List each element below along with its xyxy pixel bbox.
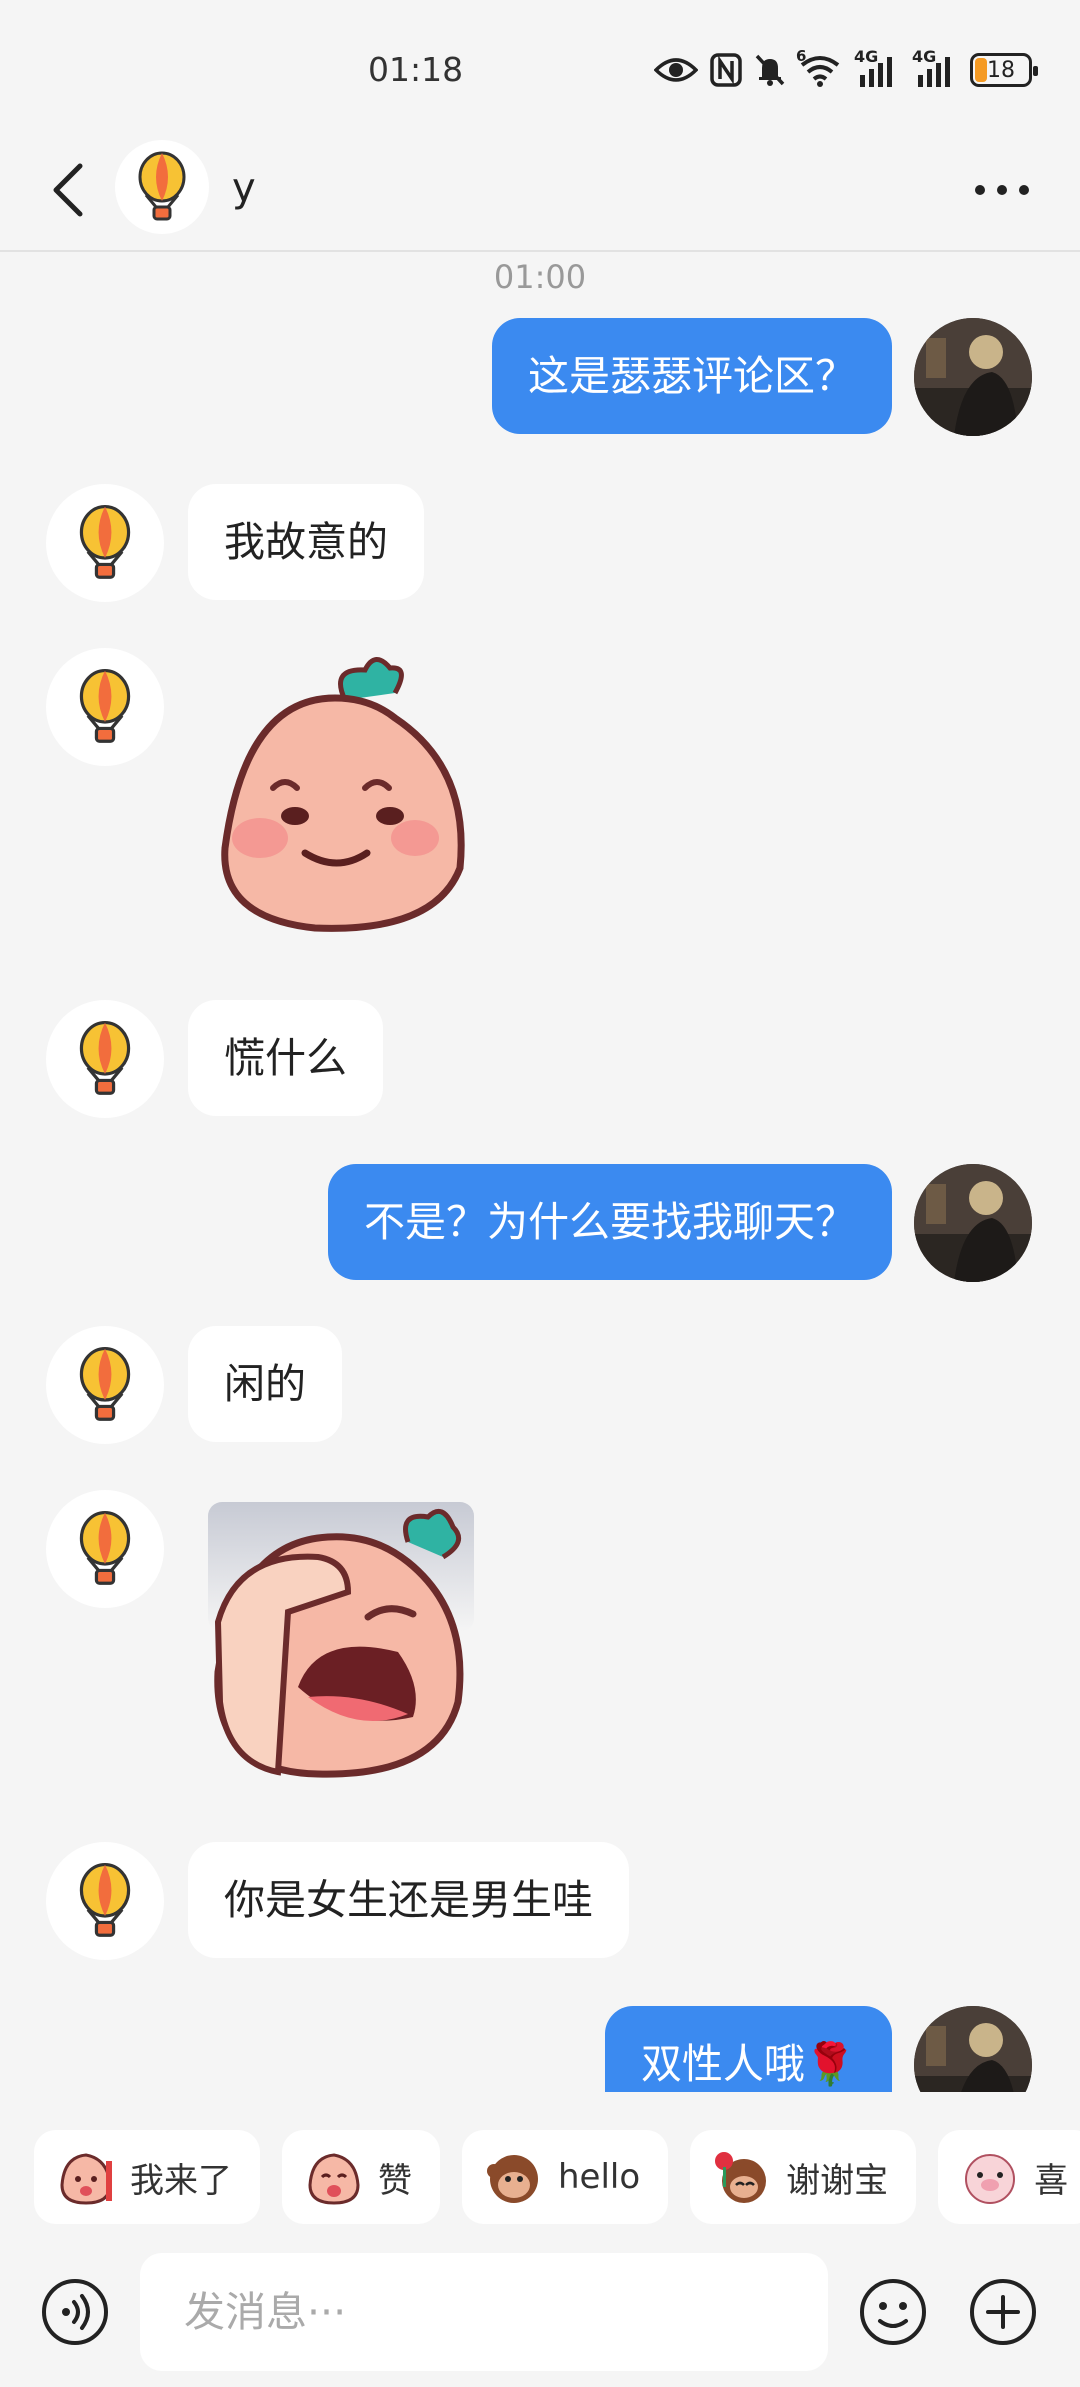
- quick-reply-chip[interactable]: 我来了: [34, 2130, 260, 2224]
- status-icons: 6 4G 4G 18: [654, 47, 1038, 90]
- contact-avatar[interactable]: [46, 1326, 164, 1444]
- mute-bell-icon: [755, 54, 785, 86]
- contact-avatar[interactable]: [46, 484, 164, 602]
- nfc-icon: [710, 53, 742, 87]
- quick-reply-label: 谢谢宝: [786, 2160, 889, 2201]
- status-bar: 01:18 6 4G 4G 18: [0, 0, 1080, 135]
- voice-input-icon[interactable]: [40, 2277, 110, 2347]
- wifi-group: 6: [796, 47, 842, 87]
- quick-reply-chip[interactable]: 喜: [938, 2130, 1080, 2224]
- peach-sticker-icon: [308, 2153, 360, 2205]
- message-bubble[interactable]: 这是瑟瑟评论区？: [492, 318, 892, 434]
- message-row-incoming: [0, 1490, 1080, 1790]
- message-row-outgoing: 这是瑟瑟评论区？: [0, 318, 1080, 436]
- hot-air-balloon-icon: [138, 151, 186, 221]
- message-bubble[interactable]: 你是女生还是男生哇: [188, 1842, 629, 1958]
- message-bubble[interactable]: 我故意的: [188, 484, 424, 600]
- battery-level: 18: [987, 57, 1015, 83]
- chat-header: y: [0, 135, 1080, 252]
- message-row-incoming: [0, 648, 1080, 948]
- smiling-peach-sticker[interactable]: [205, 648, 475, 938]
- user-photo-icon: [914, 2006, 1032, 2092]
- my-avatar[interactable]: [914, 1164, 1032, 1282]
- contact-name: y: [232, 165, 256, 211]
- message-input[interactable]: 发消息···: [140, 2253, 828, 2371]
- more-options-icon[interactable]: [972, 175, 1032, 205]
- message-row-incoming: 你是女生还是男生哇: [0, 1842, 1080, 1960]
- user-photo-icon: [914, 1164, 1032, 1282]
- quick-reply-chip[interactable]: 谢谢宝: [690, 2130, 917, 2224]
- monkey-sticker-icon: [487, 2155, 538, 2203]
- contact-avatar[interactable]: [115, 140, 209, 234]
- my-avatar[interactable]: [914, 318, 1032, 436]
- hot-air-balloon-icon: [79, 504, 131, 579]
- signal-group-2: 4G: [912, 47, 958, 87]
- quick-reply-label: 赞: [378, 2160, 412, 2201]
- contact-avatar[interactable]: [46, 1490, 164, 1608]
- add-attachment-icon[interactable]: [968, 2277, 1038, 2347]
- quick-reply-label: 喜: [1034, 2160, 1069, 2201]
- message-bubble[interactable]: 慌什么: [188, 1000, 383, 1116]
- quick-reply-bar[interactable]: 我来了 赞 hello 谢谢宝 喜: [34, 2130, 1080, 2224]
- message-bubble[interactable]: 不是？为什么要找我聊天？: [328, 1164, 892, 1280]
- chat-area[interactable]: 01:00 这是瑟瑟评论区？ 我故意的 慌什么 不是？为什么要找我聊天？ 闲的 …: [0, 252, 1080, 2092]
- battery-icon: 18: [970, 53, 1038, 87]
- user-photo-icon: [914, 318, 1032, 436]
- pig-sticker-icon: [965, 2154, 1016, 2204]
- contact-avatar[interactable]: [46, 648, 164, 766]
- signal-group-1: 4G: [854, 47, 900, 87]
- back-icon[interactable]: [48, 160, 88, 220]
- hot-air-balloon-icon: [79, 668, 131, 743]
- hot-air-balloon-icon: [79, 1020, 131, 1095]
- message-bubble[interactable]: 双性人哦🌹: [604, 2006, 892, 2092]
- contact-avatar[interactable]: [46, 1842, 164, 1960]
- quick-reply-chip[interactable]: 赞: [282, 2130, 440, 2224]
- eye-icon: [654, 58, 698, 82]
- signal-icon: [860, 57, 892, 87]
- message-row-incoming: 闲的: [0, 1326, 1080, 1444]
- emoji-icon[interactable]: [858, 2277, 928, 2347]
- message-timestamp: 01:00: [493, 258, 587, 296]
- my-avatar[interactable]: [914, 2006, 1032, 2092]
- facepalm-peach-sticker[interactable]: [208, 1502, 474, 1782]
- quick-reply-label: 我来了: [130, 2160, 232, 2201]
- hot-air-balloon-icon: [79, 1346, 131, 1421]
- message-row-outgoing: 不是？为什么要找我聊天？: [0, 1164, 1080, 1282]
- composer-panel: 我来了 赞 hello 谢谢宝 喜 发消息···: [0, 2095, 1080, 2387]
- peach-sticker-icon: [60, 2153, 112, 2205]
- signal-icon: [918, 57, 950, 87]
- message-row-incoming: 慌什么: [0, 1000, 1080, 1118]
- hot-air-balloon-icon: [79, 1510, 131, 1585]
- status-time: 01:18: [368, 50, 464, 89]
- message-row-outgoing: 双性人哦🌹: [0, 2006, 1080, 2092]
- contact-avatar[interactable]: [46, 1000, 164, 1118]
- wifi-badge: 6: [796, 47, 807, 65]
- monkey-rose-sticker-icon: [715, 2152, 767, 2203]
- message-row-incoming: 我故意的: [0, 484, 1080, 602]
- quick-reply-chip[interactable]: hello: [462, 2130, 669, 2224]
- hot-air-balloon-icon: [79, 1862, 131, 1937]
- quick-reply-label: hello: [558, 2157, 641, 2197]
- message-bubble[interactable]: 闲的: [188, 1326, 342, 1442]
